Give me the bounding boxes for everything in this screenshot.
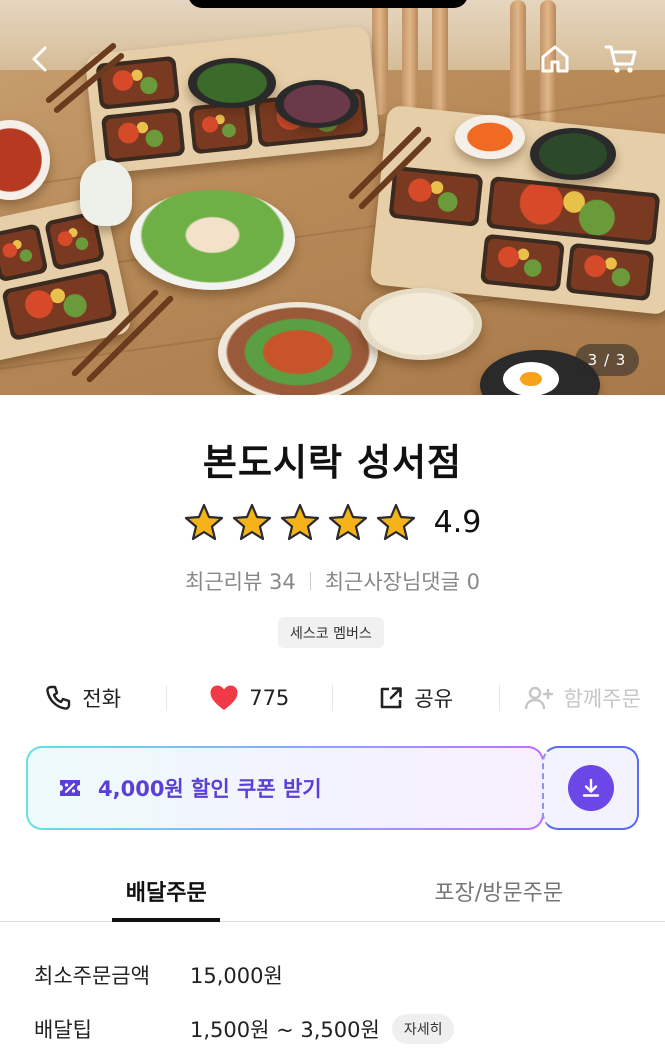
back-arrow-icon (32, 46, 47, 72)
delivery-tip-row: 배달팁 1,500원 ~ 3,500원 자세히 (34, 1014, 455, 1044)
store-action-bar: 전화 775 공유 함께주문 (0, 676, 665, 720)
group-order-button[interactable]: 함께주문 (500, 683, 665, 713)
fried-egg (503, 362, 559, 395)
rating-value: 4.9 (433, 504, 482, 540)
min-order-row: 최소주문금액 15,000원 (34, 960, 283, 990)
chair-decoration (432, 0, 448, 115)
tab-delivery-order[interactable]: 배달주문 (0, 860, 333, 921)
recent-reviews-count[interactable]: 최근리뷰 34 (185, 566, 296, 596)
store-name: 본도시락 성서점 (202, 441, 463, 484)
delivery-tip-label: 배달팁 (34, 1018, 92, 1042)
coupon-banner[interactable]: 4,000원 할인 쿠폰 받기 (26, 746, 544, 830)
coupon-percent-icon (60, 780, 80, 796)
heart-icon (210, 685, 238, 710)
empty-bowl (360, 288, 482, 360)
download-icon (582, 778, 599, 797)
delivery-tip-detail-button[interactable]: 자세히 (391, 1014, 455, 1044)
bibimbap-bowl (218, 302, 378, 395)
delivery-tip-value: 1,500원 ~ 3,500원 (190, 1018, 380, 1042)
star-icon (232, 503, 271, 541)
coupon-download-button[interactable] (542, 746, 639, 830)
soup-bowl (530, 128, 616, 180)
share-label: 공유 (414, 687, 454, 711)
group-order-label: 함께주문 (563, 687, 641, 711)
call-label: 전화 (82, 687, 122, 711)
share-button[interactable]: 공유 (333, 683, 499, 713)
call-button[interactable]: 전화 (0, 683, 166, 713)
cesco-members-badge: 세스코 멤버스 (278, 617, 384, 648)
chair-decoration (510, 0, 526, 130)
divider (309, 572, 311, 590)
rice-bowl (275, 80, 359, 128)
side-dish-plate (0, 120, 50, 200)
image-pager-indicator: 3 / 3 (575, 344, 639, 376)
add-person-icon (524, 686, 553, 710)
phone-icon (46, 685, 71, 710)
likes-count: 775 (249, 686, 290, 710)
home-button[interactable] (534, 38, 576, 80)
recent-owner-replies-count[interactable]: 최근사장님댓글 0 (325, 566, 480, 596)
cart-button[interactable] (600, 38, 642, 80)
soup-bowl (188, 58, 276, 108)
download-circle (567, 765, 614, 811)
review-stats[interactable]: 최근리뷰 34 최근사장님댓글 0 (0, 566, 665, 596)
like-button[interactable]: 775 (167, 684, 333, 712)
min-order-label: 최소주문금액 (34, 964, 150, 988)
hero-image-carousel[interactable]: 3 / 3 (0, 0, 665, 395)
vase (80, 160, 132, 226)
star-icon (376, 503, 415, 541)
back-button[interactable] (20, 38, 62, 80)
order-type-tabs: 배달주문 포장/방문주문 (0, 860, 665, 922)
star-icon (280, 503, 319, 541)
rating-row[interactable]: 4.9 (0, 502, 665, 542)
home-icon (541, 45, 569, 73)
device-notch (188, 0, 468, 8)
cart-icon (604, 45, 637, 73)
share-icon (381, 687, 403, 709)
salad-bowl (130, 190, 295, 290)
chair-decoration (402, 0, 418, 115)
tab-pickup-visit-order[interactable]: 포장/방문주문 (333, 860, 665, 921)
sauce-cup (455, 115, 525, 159)
min-order-value: 15,000원 (190, 964, 283, 988)
star-icon (184, 503, 223, 541)
star-icon (328, 503, 367, 541)
coupon-label: 4,000원 할인 쿠폰 받기 (98, 777, 322, 801)
